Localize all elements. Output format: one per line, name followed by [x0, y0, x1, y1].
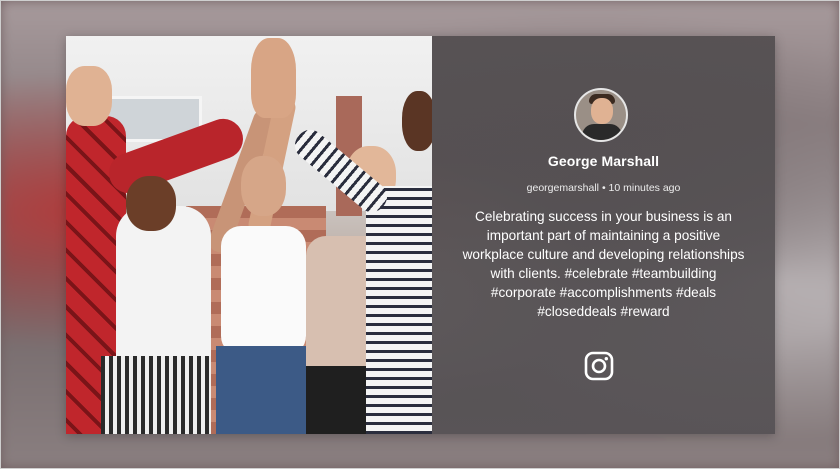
frame-border — [0, 0, 840, 469]
